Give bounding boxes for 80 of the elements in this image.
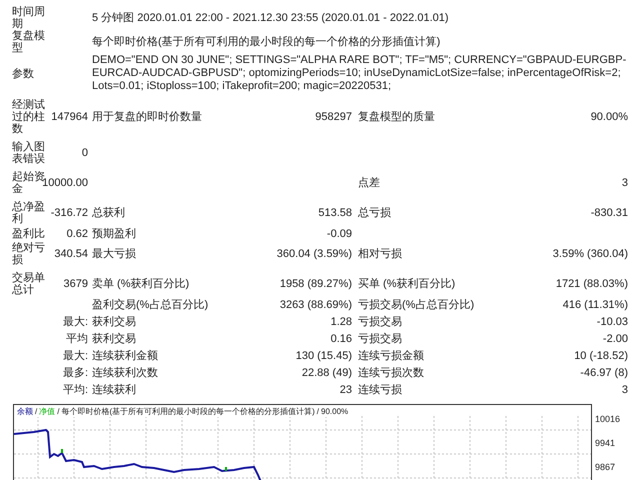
stat-value: 0.62 <box>66 228 88 240</box>
stat-value: 0 <box>82 147 88 159</box>
stat-label: 连续亏损金额 <box>357 350 424 362</box>
stat-value: 340.54 <box>54 248 88 260</box>
stat-label: 相对亏损 <box>357 248 402 260</box>
stat-value: 3 <box>622 177 628 189</box>
stat-value: -316.72 <box>50 207 88 219</box>
stat-value: 3263 (88.69%) <box>280 298 352 310</box>
stat-label: 点差 <box>357 177 380 189</box>
stat-label: 获利交易 <box>91 332 136 344</box>
stat-label: 卖单 (%获利百分比) <box>91 278 190 290</box>
row-label: 总净盈利 <box>12 201 46 225</box>
row-value: 每个即时价格(基于所有可利用的最小时段的每一个价格的分形插值计算) <box>91 36 440 48</box>
stat-value: 3 <box>622 384 628 396</box>
stat-value: 958297 <box>315 111 352 123</box>
stat-value: 130 (15.45) <box>296 350 352 362</box>
stat-value: 1721 (88.03%) <box>556 278 628 290</box>
legend-separator: / <box>57 407 60 416</box>
row-label: 经测试过的柱数 <box>12 99 46 135</box>
stat-value: -2.00 <box>602 332 628 344</box>
stat-label: 连续获利 <box>91 384 136 396</box>
stat-label: 连续获利次数 <box>91 366 158 378</box>
row-label: 参数 <box>12 68 35 80</box>
row-label: 绝对亏损 <box>12 242 46 266</box>
row-label: 复盘模型 <box>12 30 46 54</box>
stat-value: 416 (11.31%) <box>562 298 628 310</box>
stat-label: 总亏损 <box>357 207 391 219</box>
stat-label: 连续亏损 <box>357 384 402 396</box>
stat-value: 513.58 <box>318 207 352 219</box>
stat-value: 10000.00 <box>42 177 88 189</box>
legend-label: 余额 <box>17 407 33 416</box>
stat-value: 平均: <box>62 384 88 396</box>
equity-tick <box>225 467 227 471</box>
stat-label: 盈利交易(%占总百分比) <box>91 298 208 310</box>
stat-value: 22.88 (49) <box>302 366 352 378</box>
stat-value: -46.97 (8) <box>580 366 628 378</box>
stat-value: 3.59% (360.04) <box>552 248 628 260</box>
stat-value: 10 (-18.52) <box>574 350 628 362</box>
stat-value: 90.00% <box>590 111 628 123</box>
stat-label: 亏损交易 <box>357 332 402 344</box>
stat-value: 0.16 <box>330 332 352 344</box>
legend-text: 每个即时价格(基于所有可利用的最小时段的每一个价格的分形插值计算) <box>61 407 315 416</box>
row-value: DEMO="END ON 30 JUNE"; SETTINGS="ALPHA RARE BOT"; TF="M5"; CURRENCY="GBPAUD-EURGBP-EURCAD-AUDCAD-GBPUSD"; optomizingPeriods=10; inUseDynamicLotSize=false; inPercentageOfRisk=2; Lots=0.01; iStoploss=100; iTakeprofit=200; magic=20220531; <box>91 54 628 93</box>
stat-label: 连续亏损次数 <box>357 366 424 378</box>
stat-value: -830.31 <box>590 207 628 219</box>
axis-label: 10016 <box>595 414 620 425</box>
stat-value: 平均 <box>66 332 88 344</box>
stat-label: 亏损交易(%占总百分比) <box>357 298 474 310</box>
stat-label: 总获利 <box>91 207 125 219</box>
row-label: 输入图表错误 <box>12 141 46 165</box>
stat-value: 23 <box>340 384 352 396</box>
equity-tick <box>61 449 63 453</box>
stat-value: 3679 <box>64 278 88 290</box>
row-value: 5 分钟图 2020.01.01 22:00 - 2021.12.30 23:55 (2020.01.01 - 2022.01.01) <box>91 12 449 24</box>
stat-label: 获利交易 <box>91 316 136 328</box>
stat-value: 147964 <box>51 111 88 123</box>
stat-label: 亏损交易 <box>357 316 402 328</box>
stat-value: -10.03 <box>596 316 628 328</box>
axis-label: 9941 <box>595 438 616 449</box>
legend-separator: / <box>316 407 320 416</box>
stat-value: -0.09 <box>326 228 352 240</box>
stat-label: 用于复盘的即时价数量 <box>91 111 202 123</box>
stat-value: 最多: <box>62 366 88 378</box>
row-label: 时间周期 <box>12 6 46 30</box>
stat-label: 买单 (%获利百分比) <box>357 278 456 290</box>
stat-value: 1958 (89.27%) <box>280 278 352 290</box>
stat-value: 最大: <box>62 350 88 362</box>
legend-separator: / <box>35 407 38 416</box>
row-label: 交易单总计 <box>12 272 46 296</box>
legend-text: 90.00% <box>321 407 348 416</box>
stat-value: 最大: <box>62 316 88 328</box>
stat-label: 预期盈利 <box>91 228 136 240</box>
stat-label: 最大亏损 <box>91 248 136 260</box>
legend-label: 净值 <box>39 407 56 416</box>
row-label: 盈利比 <box>12 228 46 240</box>
stat-label: 复盘模型的质量 <box>357 111 435 123</box>
stat-value: 360.04 (3.59%) <box>276 248 352 260</box>
axis-label: 9867 <box>595 462 616 473</box>
stat-value: 1.28 <box>330 316 352 328</box>
stat-label: 连续获利金额 <box>91 350 158 362</box>
